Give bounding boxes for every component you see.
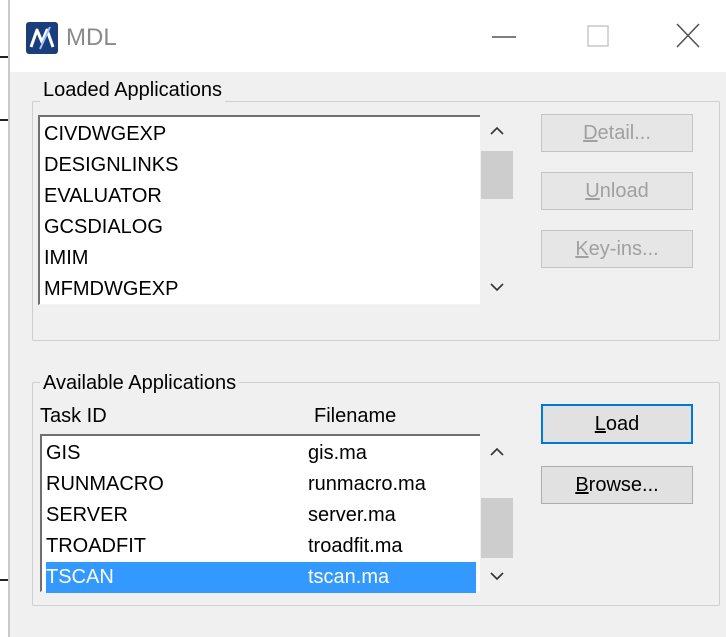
edge-tick <box>0 56 8 58</box>
chevron-down-icon <box>490 572 504 581</box>
available-applications-list[interactable]: GIS gis.ma RUNMACRO runmacro.ma SERVER s… <box>40 434 510 593</box>
load-button[interactable]: Load <box>541 404 693 444</box>
window-title: MDL <box>66 24 117 51</box>
keyins-button[interactable]: Key-ins... <box>541 230 693 268</box>
chevron-down-icon <box>490 283 504 292</box>
list-item[interactable]: EVALUATOR <box>44 181 162 212</box>
edge-tick <box>0 119 8 121</box>
close-button[interactable] <box>668 18 708 54</box>
scroll-up-button[interactable] <box>480 434 514 470</box>
minimize-button[interactable] <box>484 18 524 54</box>
close-icon <box>676 23 700 48</box>
list-item[interactable]: IMIM <box>44 243 88 274</box>
title-bar[interactable]: MDL <box>10 0 726 72</box>
task-id-cell: GIS <box>46 442 81 464</box>
list-item[interactable]: GCSDIALOG <box>44 212 163 243</box>
scroll-down-button[interactable] <box>480 269 514 305</box>
table-row[interactable]: TROADFIT troadfit.ma <box>46 531 476 562</box>
task-id-cell: TSCAN <box>46 566 114 588</box>
scroll-thumb[interactable] <box>481 151 513 199</box>
load-button-label: Load <box>594 412 640 435</box>
maximize-button[interactable] <box>578 18 618 54</box>
available-list-scrollbar[interactable] <box>480 434 514 592</box>
task-id-column-header: Task ID <box>40 405 107 427</box>
loaded-applications-label: Loaded Applications <box>40 79 226 102</box>
scroll-thumb[interactable] <box>481 498 513 558</box>
mdl-dialog: MDL Loaded Applications CIVDWGEXP DESIGN… <box>10 0 726 637</box>
filename-column-header: Filename <box>314 405 397 427</box>
browse-button[interactable]: Browse... <box>541 466 693 504</box>
filename-cell: gis.ma <box>308 442 367 464</box>
filename-cell: runmacro.ma <box>308 473 426 495</box>
scroll-down-button[interactable] <box>480 558 514 594</box>
filename-cell: troadfit.ma <box>308 535 403 557</box>
task-id-cell: TROADFIT <box>46 535 146 557</box>
available-applications-label: Available Applications <box>40 372 240 395</box>
browse-button-label: Browse... <box>575 473 659 496</box>
mdl-app-icon <box>26 22 58 54</box>
list-item[interactable]: CIVDWGEXP <box>44 119 166 150</box>
loaded-list-scrollbar[interactable] <box>480 113 514 305</box>
minimize-icon <box>492 36 516 38</box>
scroll-up-button[interactable] <box>480 113 514 149</box>
chevron-up-icon <box>490 126 504 135</box>
list-item[interactable]: DESIGNLINKS <box>44 150 178 181</box>
table-row[interactable]: SERVER server.ma <box>46 500 476 531</box>
detail-button[interactable]: Detail... <box>541 114 693 152</box>
unload-button[interactable]: Unload <box>541 172 693 210</box>
task-id-cell: SERVER <box>46 504 128 526</box>
filename-cell: tscan.ma <box>308 566 390 588</box>
table-row[interactable]: GIS gis.ma <box>46 438 476 469</box>
unload-button-label: Unload <box>585 179 649 202</box>
detail-button-label: Detail... <box>583 121 651 144</box>
table-row[interactable]: RUNMACRO runmacro.ma <box>46 469 476 500</box>
table-row-selected[interactable]: TSCAN tscan.ma <box>46 562 476 593</box>
background-window-edge <box>0 0 10 637</box>
task-id-cell: RUNMACRO <box>46 473 164 495</box>
edge-tick <box>0 579 8 581</box>
filename-cell: server.ma <box>308 504 396 526</box>
maximize-icon <box>587 25 609 47</box>
keyins-button-label: Key-ins... <box>575 237 659 260</box>
list-item[interactable]: MFMDWGEXP <box>44 274 178 305</box>
chevron-up-icon <box>490 447 504 456</box>
loaded-applications-list[interactable]: CIVDWGEXP DESIGNLINKS EVALUATOR GCSDIALO… <box>38 115 510 305</box>
